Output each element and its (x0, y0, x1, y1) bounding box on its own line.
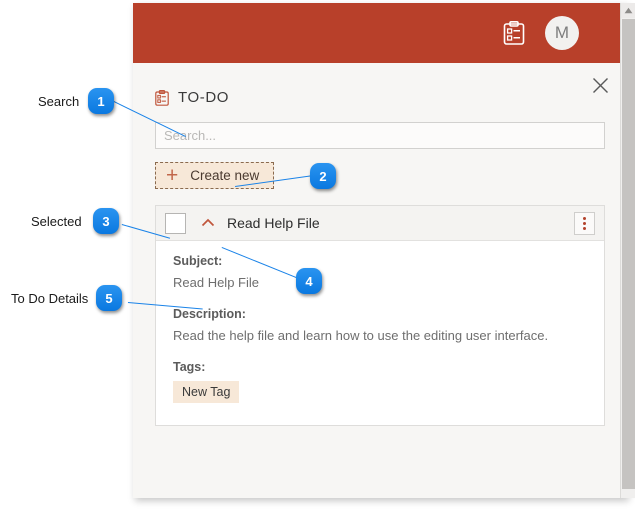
task-details-panel: Subject: Read Help File Description: Rea… (156, 241, 604, 425)
annotation-badge-2: 2 (310, 163, 336, 189)
annotation-label-5: To Do Details (11, 291, 89, 306)
kebab-menu-icon[interactable] (574, 211, 595, 235)
description-value: Read the help file and learn how to use … (173, 328, 549, 343)
vertical-scrollbar[interactable] (620, 3, 635, 498)
tag-chip[interactable]: New Tag (173, 381, 240, 403)
subject-label: Subject: (173, 254, 223, 268)
subject-value: Read Help File (173, 275, 259, 290)
annotation-badge-4: 4 (296, 268, 322, 294)
task-checkbox[interactable] (165, 212, 186, 234)
close-icon (592, 77, 608, 93)
clipboard-icon (155, 89, 169, 106)
tags-label: Tags: (173, 360, 206, 374)
page-title: TO-DO (178, 89, 230, 106)
avatar[interactable]: M (545, 16, 579, 50)
annotation-badge-3: 3 (93, 208, 119, 234)
scrollbar-thumb[interactable] (622, 19, 635, 489)
panel-title: TO-DO (155, 63, 605, 110)
task-title: Read Help File (227, 215, 320, 231)
chevron-up-icon[interactable] (200, 215, 216, 231)
search-input[interactable] (155, 122, 605, 149)
app-header-bar: M (133, 3, 627, 63)
annotation-badge-5: 5 (96, 285, 122, 311)
create-new-label: Create new (190, 168, 260, 183)
avatar-initial: M (554, 23, 570, 42)
todo-panel: TO-DO + Create new Read Help File Subjec… (133, 63, 627, 498)
create-new-button[interactable]: + Create new (155, 162, 275, 189)
clipboard-icon[interactable] (503, 21, 525, 45)
task-card: Read Help File Subject: Read Help File D… (155, 205, 605, 426)
table-row[interactable]: Read Help File (156, 206, 604, 241)
scroll-up-button[interactable] (621, 3, 635, 18)
annotation-badge-1: 1 (88, 88, 114, 114)
plus-icon: + (166, 163, 179, 187)
close-button[interactable] (587, 72, 613, 98)
description-label: Description: (173, 307, 246, 321)
triangle-up-icon (624, 7, 632, 14)
todo-app-window: M TO-DO + Create new (133, 3, 627, 498)
annotation-label-3: Selected (31, 214, 82, 229)
annotation-label-1: Search (38, 94, 80, 109)
